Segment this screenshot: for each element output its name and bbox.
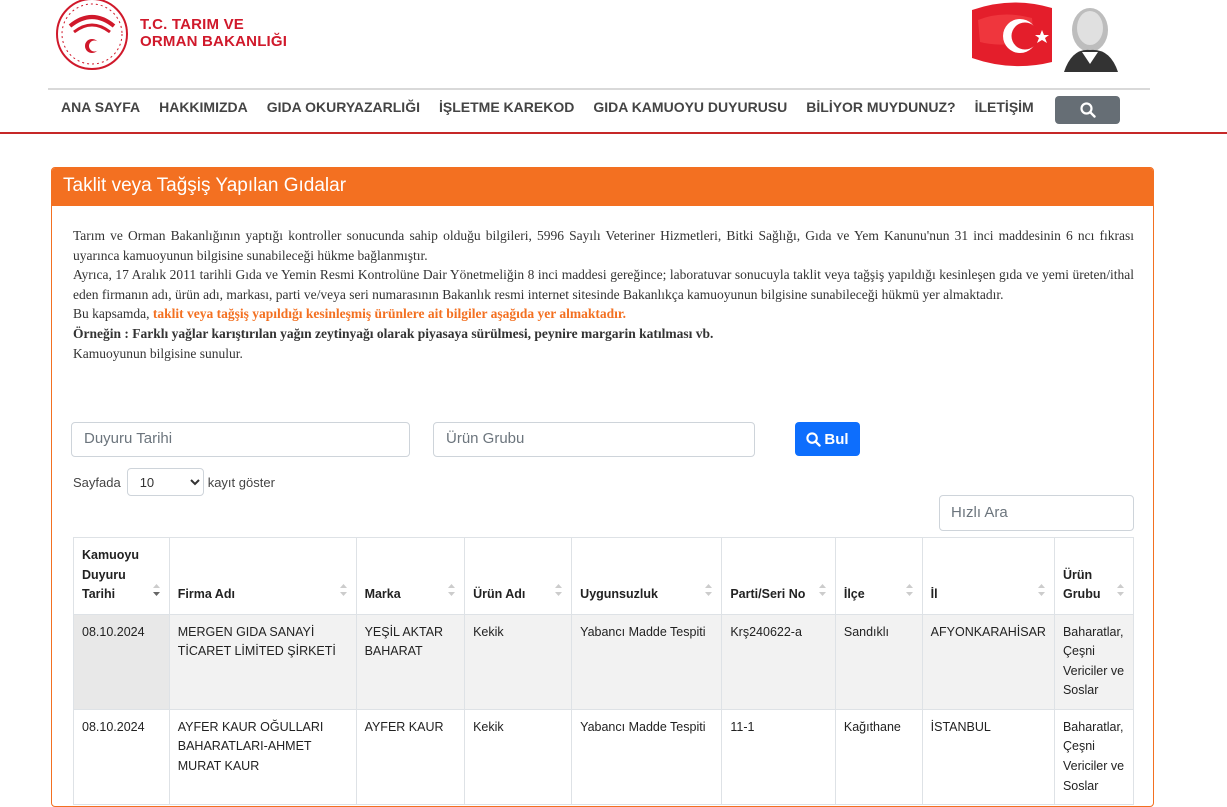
nav-biliyor-muydunuz[interactable]: BİLİYOR MUYDUNUZ? xyxy=(806,99,955,115)
cell-issue: Yabancı Madde Tespiti xyxy=(571,613,723,710)
intro-example: Örneğin : Farklı yağlar karıştırılan yağ… xyxy=(73,325,714,341)
quick-search-input[interactable]: Hızlı Ara xyxy=(939,495,1134,531)
header-red-border xyxy=(0,132,1227,134)
col-header-district[interactable]: İlçe xyxy=(834,537,923,615)
intro-paragraph-3: Bu kapsamda, taklit veya tağşiş yapıldığ… xyxy=(73,304,1134,324)
panel-title: Taklit veya Tağşiş Yapılan Gıdalar xyxy=(52,168,1153,206)
cell-firm: AYFER KAUR OĞULLARI BAHARATLARI-AHMET MU… xyxy=(168,708,357,806)
nav-gida-kamuoyu-duyurusu[interactable]: GIDA KAMUOYU DUYURUSU xyxy=(593,99,787,115)
site-header: T.C. TARIM VE ORMAN BAKANLIĞI ANA SAYFA … xyxy=(0,0,1227,134)
main-nav: ANA SAYFA HAKKIMIZDA GIDA OKURYAZARLIĞI … xyxy=(61,99,1053,115)
col-header-lot[interactable]: Parti/Seri No xyxy=(721,537,836,615)
search-icon xyxy=(806,431,822,447)
intro-highlight: taklit veya tağşiş yapıldığı kesinleşmiş… xyxy=(152,306,627,322)
sort-icon xyxy=(555,583,563,596)
col-header-brand[interactable]: Marka xyxy=(355,537,466,615)
ministry-name[interactable]: T.C. TARIM VE ORMAN BAKANLIĞI xyxy=(140,16,287,50)
nav-hakkimizda[interactable]: HAKKIMIZDA xyxy=(159,99,248,115)
cell-date: 08.10.2024 xyxy=(73,708,170,806)
col-header-label: İlçe xyxy=(843,587,865,601)
sort-icon xyxy=(705,583,713,596)
table-row: 08.10.2024 MERGEN GIDA SANAYİ TİCARET Lİ… xyxy=(73,613,1135,710)
turkish-flag-ataturk-image xyxy=(972,2,1118,72)
find-button[interactable]: Bul xyxy=(795,422,860,456)
cell-city: AFYONKARAHİSAR xyxy=(921,613,1055,710)
col-header-label: Firma Adı xyxy=(177,587,235,601)
sort-icon xyxy=(1037,583,1045,596)
site-search-button[interactable] xyxy=(1055,96,1120,124)
nav-iletisim[interactable]: İLETİŞİM xyxy=(975,99,1034,115)
find-button-label: Bul xyxy=(824,430,849,448)
intro-p3-prefix: Bu kapsamda, xyxy=(73,306,153,322)
cell-product: Kekik xyxy=(464,708,573,806)
cell-district: Kağıthane xyxy=(834,708,923,806)
results-table: Kamuoyu Duyuru Tarihi Firma Adı Marka Ür… xyxy=(73,537,1135,806)
cell-issue: Yabancı Madde Tespiti xyxy=(571,708,723,806)
cell-district: Sandıklı xyxy=(834,613,923,710)
page-length-suffix: kayıt göster xyxy=(207,474,275,490)
col-header-date[interactable]: Kamuoyu Duyuru Tarihi xyxy=(73,537,170,615)
search-icon xyxy=(1079,102,1096,118)
intro-paragraph-2: Ayrıca, 17 Aralık 2011 tarihli Gıda ve Y… xyxy=(73,267,1134,302)
col-header-product[interactable]: Ürün Adı xyxy=(464,537,573,615)
page-length-select[interactable]: 10 xyxy=(126,468,204,496)
sort-icon xyxy=(339,583,347,596)
page-length-control: Sayfada 10 kayıt göster xyxy=(73,468,275,496)
cell-date: 08.10.2024 xyxy=(73,613,170,710)
table-header-row: Kamuoyu Duyuru Tarihi Firma Adı Marka Ür… xyxy=(73,537,1135,615)
announcement-panel: Taklit veya Tağşiş Yapılan Gıdalar Tarım… xyxy=(51,167,1154,807)
ministry-name-line2: ORMAN BAKANLIĞI xyxy=(140,33,288,50)
cell-brand: YEŞİL AKTAR BAHARAT xyxy=(355,613,466,710)
ministry-seal-icon[interactable] xyxy=(52,0,132,72)
cell-lot: 11-1 xyxy=(721,708,836,806)
intro-paragraph-1: Tarım ve Orman Bakanlığının yaptığı kont… xyxy=(73,228,1134,263)
cell-group: Baharatlar, Çeşni Vericiler ve Soslar xyxy=(1053,613,1135,710)
col-header-firm[interactable]: Firma Adı xyxy=(168,537,357,615)
header-divider xyxy=(48,88,1150,90)
ministry-name-line1: T.C. TARIM VE xyxy=(140,16,244,33)
col-header-group[interactable]: Ürün Grubu xyxy=(1053,537,1135,615)
col-header-label: Kamuoyu Duyuru Tarihi xyxy=(82,548,139,601)
intro-text: Tarım ve Orman Bakanlığının yaptığı kont… xyxy=(73,226,1134,363)
col-header-city[interactable]: İl xyxy=(921,537,1055,615)
col-header-label: Ürün Adı xyxy=(473,587,526,601)
sort-icon xyxy=(905,583,913,596)
table-row: 08.10.2024 AYFER KAUR OĞULLARI BAHARATLA… xyxy=(73,708,1135,806)
announcement-date-input[interactable]: Duyuru Tarihi xyxy=(71,422,410,457)
cell-firm: MERGEN GIDA SANAYİ TİCARET LİMİTED ŞİRKE… xyxy=(168,613,357,710)
col-header-label: Parti/Seri No xyxy=(730,587,806,601)
col-header-label: Ürün Grubu xyxy=(1062,567,1101,602)
cell-brand: AYFER KAUR xyxy=(355,708,466,806)
sort-icon xyxy=(448,583,456,596)
page-length-prefix: Sayfada xyxy=(73,474,121,490)
col-header-label: Marka xyxy=(364,587,401,601)
sort-icon xyxy=(1117,583,1124,596)
sort-icon xyxy=(818,583,826,596)
cell-lot: Krş240622-a xyxy=(721,613,836,710)
sort-desc-icon xyxy=(152,583,160,596)
nav-ana-sayfa[interactable]: ANA SAYFA xyxy=(61,99,140,115)
cell-product: Kekik xyxy=(464,613,573,710)
product-group-input[interactable]: Ürün Grubu xyxy=(433,422,755,457)
nav-isletme-karekod[interactable]: İŞLETME KAREKOD xyxy=(439,99,574,115)
cell-group: Baharatlar, Çeşni Vericiler ve Soslar xyxy=(1053,708,1135,806)
col-header-label: Uygunsuzluk xyxy=(580,587,658,601)
col-header-label: İl xyxy=(930,587,938,601)
intro-closing: Kamuoyunun bilgisine sunulur. xyxy=(73,345,243,361)
nav-gida-okuryazarligi[interactable]: GIDA OKURYAZARLIĞI xyxy=(267,99,420,115)
col-header-issue[interactable]: Uygunsuzluk xyxy=(571,537,723,615)
cell-city: İSTANBUL xyxy=(921,708,1055,806)
